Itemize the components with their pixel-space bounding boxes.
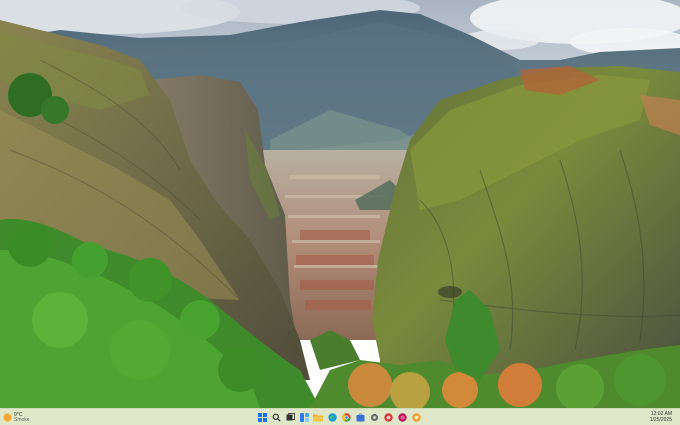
store-icon[interactable] [355, 413, 365, 423]
weather-condition: Smoke [14, 416, 30, 423]
weather-sun-icon [4, 414, 11, 421]
taskbar: 9°C Smoke 12:02 AM 1/25/2025 [0, 408, 680, 425]
weather-widget[interactable]: 9°C Smoke [4, 411, 30, 424]
desktop-wallpaper [0, 0, 680, 408]
clock-date: 1/25/2025 [649, 417, 672, 423]
app-icon-2[interactable] [397, 413, 407, 423]
edge-icon[interactable] [327, 413, 337, 423]
file-explorer-icon[interactable] [313, 413, 323, 423]
task-view-icon[interactable] [285, 413, 295, 423]
app-icon-3[interactable] [411, 413, 421, 423]
search-icon[interactable] [271, 413, 281, 423]
chrome-icon[interactable] [341, 413, 351, 423]
start-icon[interactable] [257, 413, 267, 423]
system-clock[interactable]: 12:02 AM 1/25/2025 [650, 411, 672, 423]
settings-icon[interactable] [369, 413, 379, 423]
app-icon[interactable] [383, 413, 393, 423]
taskbar-apps [257, 411, 421, 424]
widgets-icon[interactable] [299, 413, 309, 423]
wallpaper-landscape [0, 0, 680, 408]
